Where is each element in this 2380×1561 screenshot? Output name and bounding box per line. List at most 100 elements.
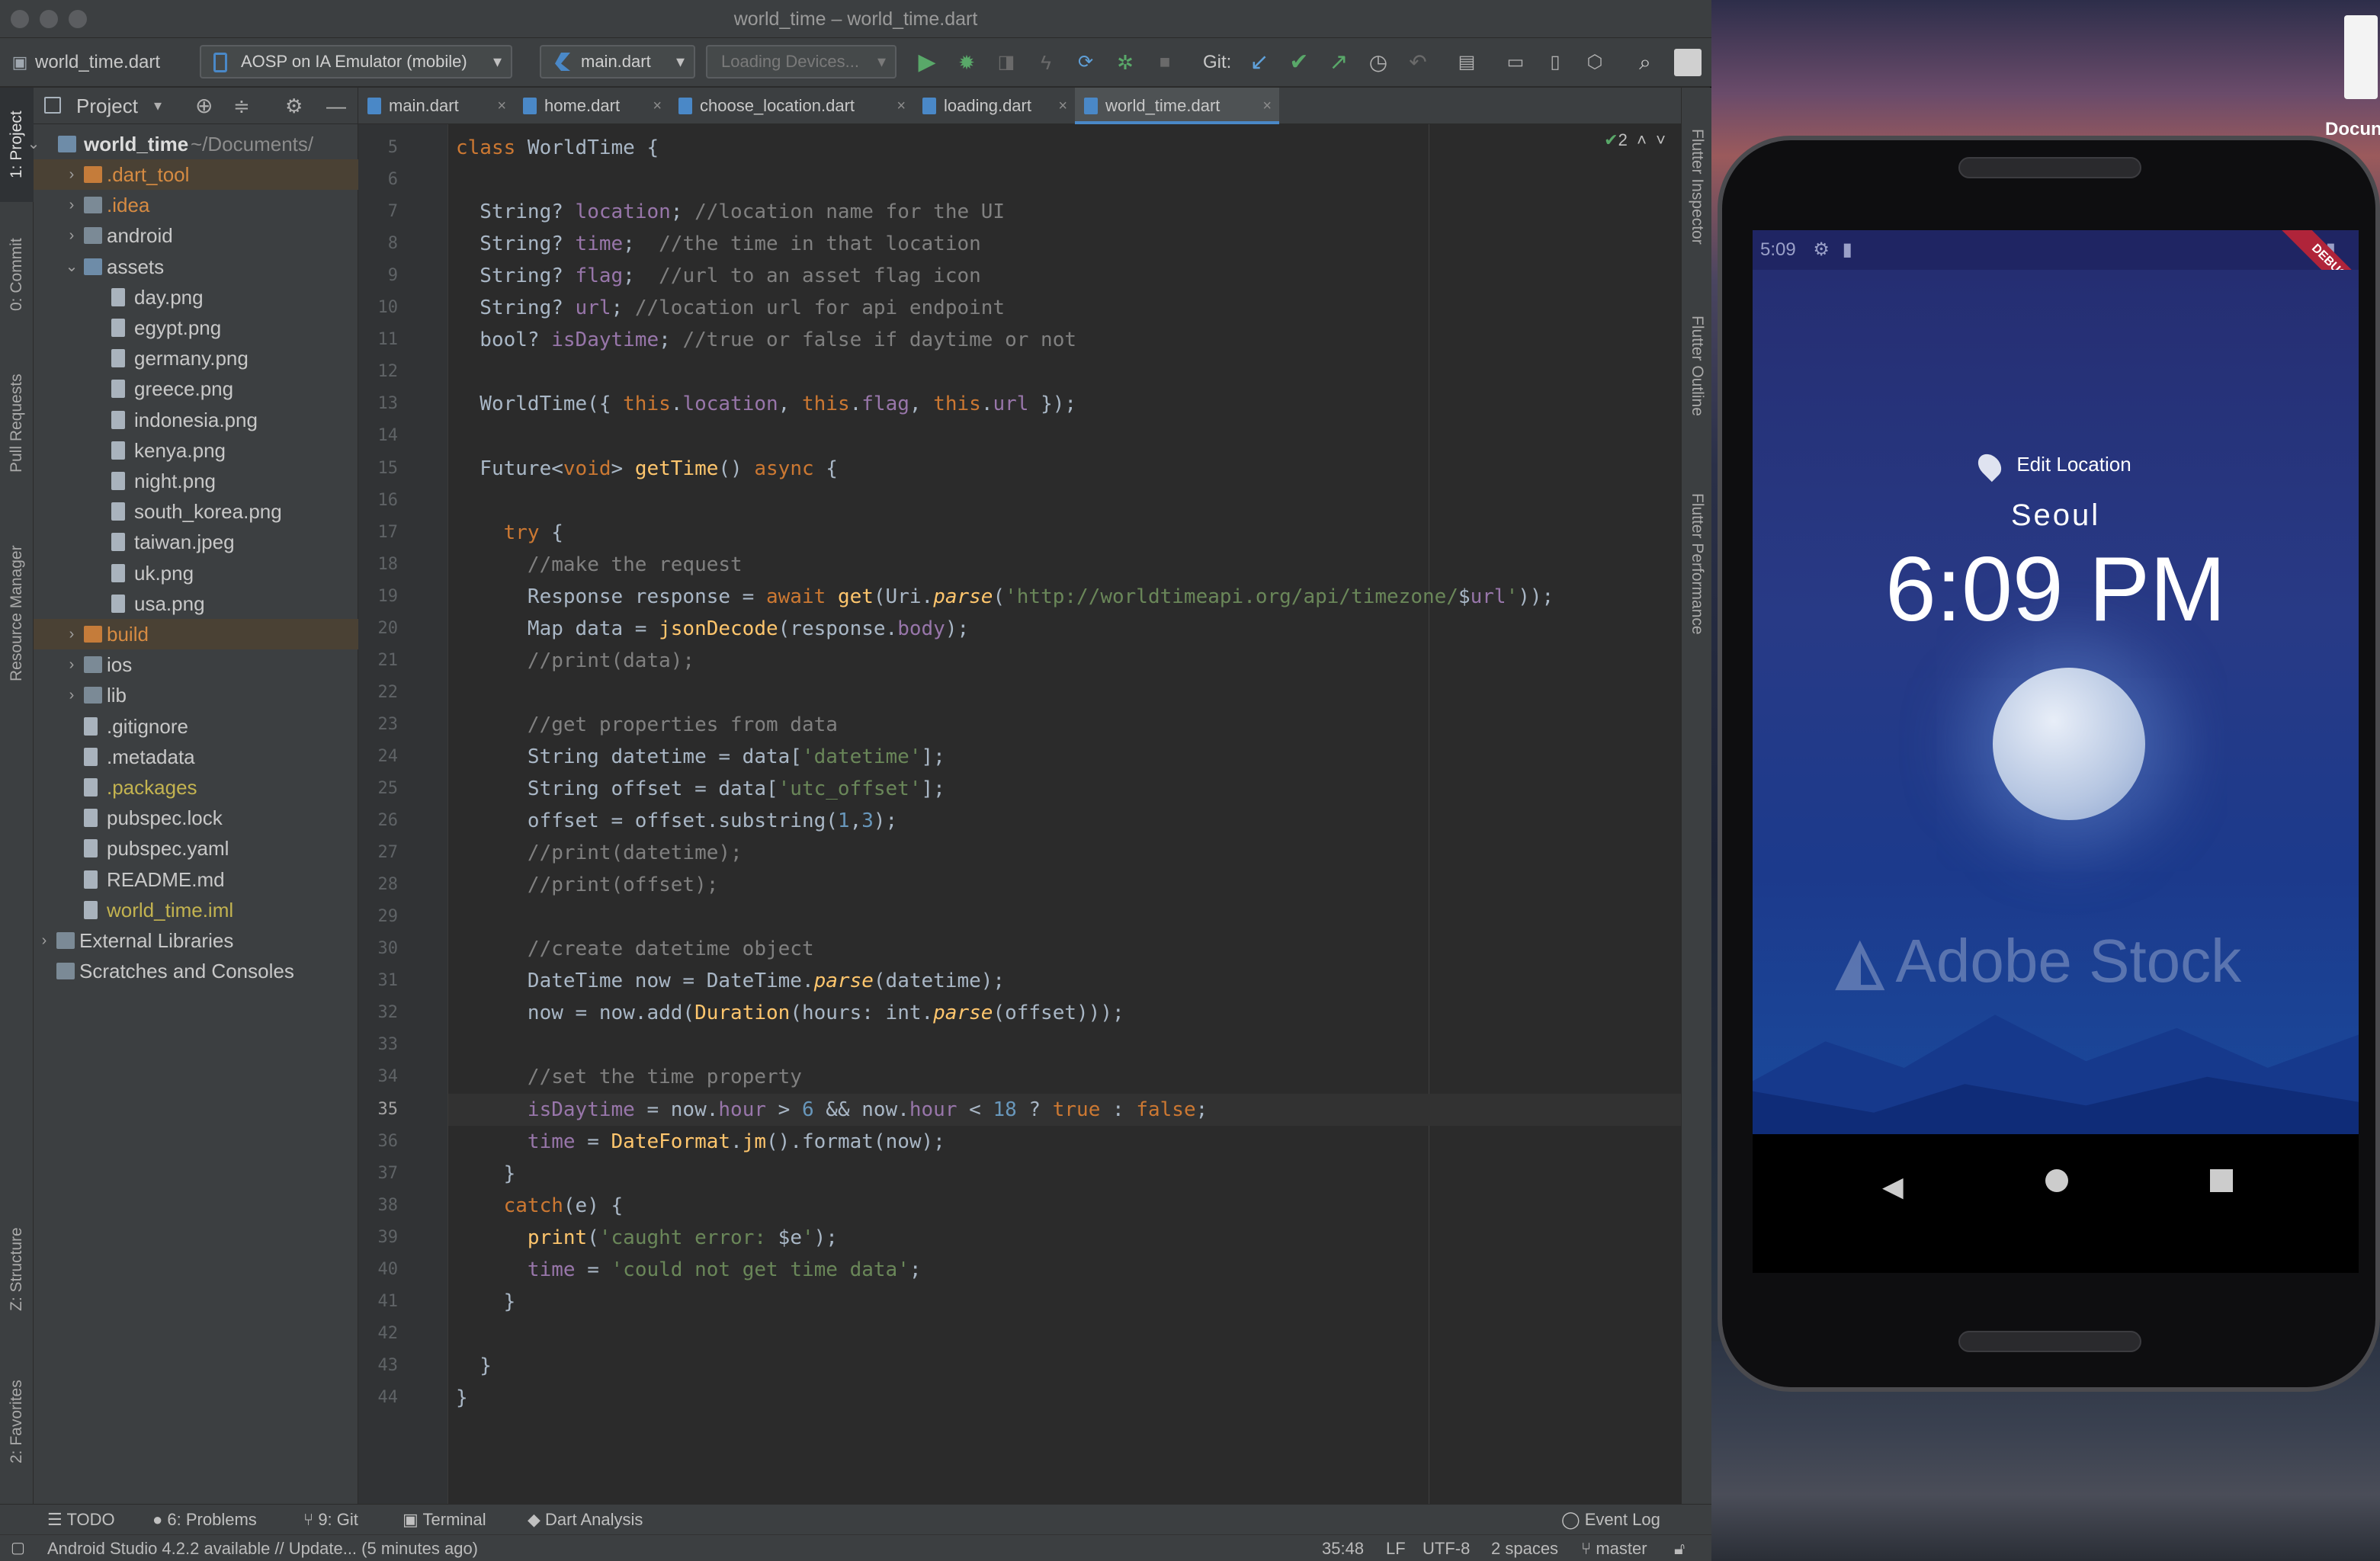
tree-item[interactable]: germany.png [34, 343, 358, 373]
tool-problems[interactable]: ● 6: Problems [152, 1505, 257, 1535]
tool-dart-analysis[interactable]: ◆ Dart Analysis [528, 1505, 643, 1535]
device-selector[interactable]: AOSP on IA Emulator (mobile) ▾ [200, 45, 512, 79]
tree-item[interactable]: › .dart_tool [34, 159, 358, 190]
expand-arrow-icon[interactable]: › [64, 649, 79, 680]
tree-item[interactable]: › lib [34, 680, 358, 710]
tab-home[interactable]: home.dart × [514, 88, 669, 124]
back-nav-icon[interactable]: ◀ [1882, 1171, 1904, 1203]
tree-item[interactable]: south_korea.png [34, 496, 358, 527]
run-config-selector[interactable]: main.dart ▾ [540, 45, 695, 79]
tree-item[interactable]: indonesia.png [34, 405, 358, 435]
tree-item[interactable]: egypt.png [34, 313, 358, 343]
tree-item[interactable]: Scratches and Consoles [34, 956, 358, 986]
close-tab-icon[interactable]: × [1262, 88, 1272, 124]
chevron-down-icon[interactable]: ▾ [154, 88, 162, 124]
close-window-button[interactable] [11, 10, 29, 28]
tree-item[interactable]: pubspec.lock [34, 803, 358, 833]
hot-reload-icon[interactable]: ϟ [1032, 49, 1060, 76]
tab-flutter-inspector[interactable]: Flutter Inspector [1682, 103, 1712, 271]
tab-main[interactable]: main.dart × [358, 88, 514, 124]
tree-item[interactable]: › android [34, 220, 358, 251]
locate-file-icon[interactable]: ⊕ [195, 88, 213, 124]
tool-terminal[interactable]: ▣ Terminal [403, 1505, 486, 1535]
hot-restart-icon[interactable]: ⟳ [1072, 49, 1099, 76]
tree-item[interactable]: › build [34, 619, 358, 649]
tool-todo[interactable]: ☰ TODO [47, 1505, 115, 1535]
tree-item[interactable]: README.md [34, 864, 358, 895]
layout-icon[interactable]: ▢ [11, 1535, 25, 1561]
code-editor[interactable]: ✔2 ˄ ˅ class WorldTime { String? locatio… [448, 124, 1681, 1504]
rollback-icon[interactable]: ↶ [1404, 49, 1432, 76]
tab-choose-location[interactable]: choose_location.dart × [669, 88, 913, 124]
tree-root[interactable]: ⌄ world_time ~/Documents/ [27, 129, 358, 159]
devices-loading-selector[interactable]: Loading Devices... ▾ [706, 45, 897, 79]
indent-setting[interactable]: 2 spaces [1491, 1535, 1558, 1561]
tree-item[interactable]: night.png [34, 466, 358, 496]
debug-bug-icon[interactable]: ✲ [1111, 49, 1139, 76]
tab-commit[interactable]: 0: Commit [0, 217, 34, 332]
tab-loading[interactable]: loading.dart × [913, 88, 1075, 124]
user-avatar-icon[interactable] [1674, 49, 1702, 76]
status-message[interactable]: Android Studio 4.2.2 available // Update… [47, 1535, 478, 1561]
tree-item[interactable]: .metadata [34, 742, 358, 772]
expand-arrow-icon[interactable]: › [64, 619, 79, 649]
expand-arrow-icon[interactable]: › [64, 680, 79, 710]
attach-debugger-icon[interactable]: ◨ [993, 49, 1020, 76]
minimize-window-button[interactable] [40, 10, 58, 28]
lock-icon[interactable]: 🔓︎ [1674, 1535, 1685, 1561]
close-tab-icon[interactable]: × [653, 88, 662, 124]
project-view-title[interactable]: Project [76, 88, 138, 124]
expand-arrow-icon[interactable]: › [64, 220, 79, 251]
tab-world-time[interactable]: world_time.dart × [1075, 88, 1279, 124]
tree-item[interactable]: .gitignore [34, 711, 358, 742]
tab-resource-manager[interactable]: Resource Manager [0, 514, 34, 713]
run-icon[interactable]: ▶ [913, 49, 941, 76]
git-update-icon[interactable]: ↙ [1246, 49, 1273, 76]
line-separator[interactable]: LF [1386, 1535, 1406, 1561]
desktop-document-label[interactable]: Docun [2325, 119, 2380, 140]
expand-arrow-icon[interactable]: › [64, 190, 79, 220]
expand-arrow-icon[interactable]: › [64, 159, 79, 190]
debug-icon[interactable]: ✹ [953, 49, 980, 76]
file-encoding[interactable]: UTF-8 [1423, 1535, 1470, 1561]
tab-favorites[interactable]: 2: Favorites [0, 1353, 34, 1490]
tab-flutter-outline[interactable]: Flutter Outline [1682, 290, 1712, 442]
tree-item[interactable]: › .idea [34, 190, 358, 220]
caret-position[interactable]: 35:48 [1322, 1535, 1364, 1561]
recents-nav-icon[interactable] [2210, 1169, 2233, 1192]
device-manager-icon[interactable]: ▯ [1541, 49, 1569, 76]
home-nav-icon[interactable] [2045, 1169, 2068, 1192]
hide-panel-icon[interactable]: — [326, 88, 346, 124]
expand-arrow-icon[interactable]: ⌄ [64, 252, 79, 282]
expand-arrow-icon[interactable]: › [37, 925, 52, 956]
tree-item[interactable]: › ios [34, 649, 358, 680]
close-tab-icon[interactable]: × [497, 88, 506, 124]
history-icon[interactable]: ◷ [1365, 49, 1392, 76]
stop-icon[interactable]: ■ [1151, 49, 1179, 76]
gear-icon[interactable]: ⚙ [285, 88, 303, 124]
tree-item[interactable]: usa.png [34, 588, 358, 619]
tree-item[interactable]: taiwan.jpeg [34, 527, 358, 557]
tab-pull-requests[interactable]: Pull Requests [0, 347, 34, 499]
tree-item[interactable]: day.png [34, 282, 358, 313]
tree-item[interactable]: world_time.iml [34, 895, 358, 925]
tree-item[interactable]: uk.png [34, 558, 358, 588]
tool-git[interactable]: ⑂ 9: Git [303, 1505, 358, 1535]
close-tab-icon[interactable]: × [1058, 88, 1067, 124]
document-icon[interactable] [2344, 15, 2378, 99]
tree-item[interactable]: .packages [34, 772, 358, 803]
tree-item[interactable]: greece.png [34, 373, 358, 404]
tree-item[interactable]: › External Libraries [34, 925, 358, 956]
tree-item[interactable]: pubspec.yaml [34, 833, 358, 864]
maximize-window-button[interactable] [69, 10, 87, 28]
collapse-all-icon[interactable]: ≑ [233, 88, 250, 124]
edit-location-button[interactable]: Edit Location [1753, 449, 2359, 482]
search-icon[interactable]: ⌕ [1631, 49, 1659, 76]
tree-item[interactable]: ⌄ assets [34, 252, 358, 282]
tab-structure[interactable]: Z: Structure [0, 1200, 34, 1338]
tree-item[interactable]: kenya.png [34, 435, 358, 466]
close-tab-icon[interactable]: × [897, 88, 906, 124]
git-branch[interactable]: ⑂ master [1581, 1535, 1647, 1561]
tab-flutter-performance[interactable]: Flutter Performance [1682, 465, 1712, 663]
project-structure-icon[interactable]: ▤ [1453, 49, 1480, 76]
